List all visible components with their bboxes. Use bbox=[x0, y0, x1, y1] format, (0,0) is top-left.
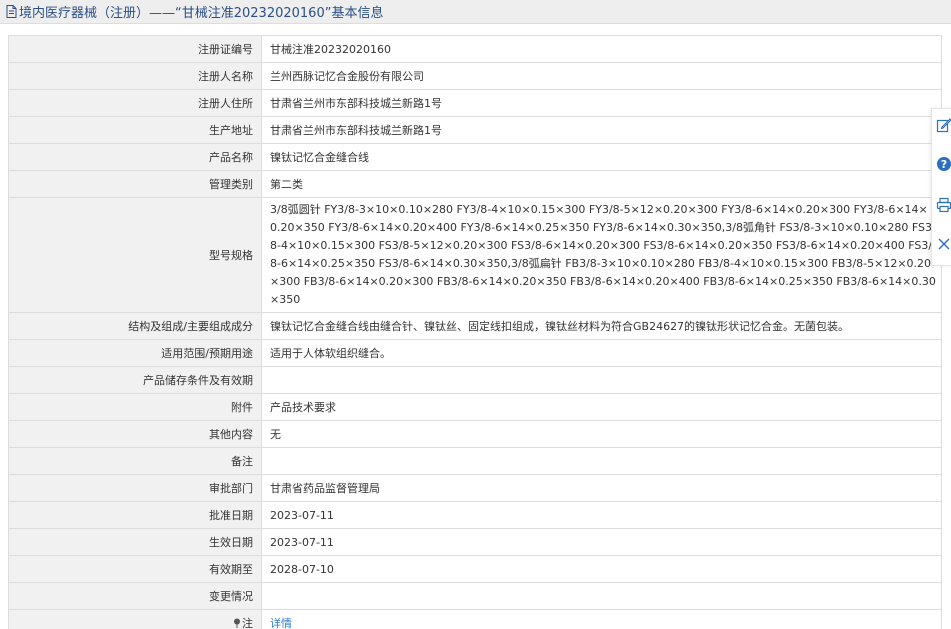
row-value: 3/8弧圆针 FY3/8-3×10×0.10×280 FY3/8-4×10×0.… bbox=[261, 197, 942, 313]
close-icon[interactable] bbox=[936, 236, 951, 252]
row-value: 甘肃省兰州市东部科技城兰新路1号 bbox=[261, 116, 942, 144]
row-label: 注 bbox=[242, 617, 253, 629]
pin-icon bbox=[233, 618, 241, 628]
row-label: 管理类别 bbox=[8, 170, 262, 198]
row-value: 兰州西脉记忆合金股份有限公司 bbox=[261, 62, 942, 90]
row-value: 2023-07-11 bbox=[261, 528, 942, 556]
row-value: 无 bbox=[261, 420, 942, 448]
table-row: 型号规格 3/8弧圆针 FY3/8-3×10×0.10×280 FY3/8-4×… bbox=[8, 197, 942, 313]
row-label: 结构及组成/主要组成成分 bbox=[8, 312, 262, 340]
row-value: 产品技术要求 bbox=[261, 393, 942, 421]
note-label-cell: 注 bbox=[8, 609, 262, 629]
row-value: 第二类 bbox=[261, 170, 942, 198]
table-row: 变更情况 bbox=[8, 582, 942, 610]
row-label: 注册人住所 bbox=[8, 89, 262, 117]
row-value: 甘肃省药品监督管理局 bbox=[261, 474, 942, 502]
table-row: 注 详情 bbox=[8, 609, 942, 629]
edit-icon[interactable] bbox=[936, 117, 951, 133]
table-row: 其他内容 无 bbox=[8, 420, 942, 448]
page-title: 境内医疗器械（注册）——“甘械注准20232020160”基本信息 bbox=[19, 6, 384, 21]
help-icon[interactable]: ? bbox=[936, 156, 951, 172]
table-row: 批准日期 2023-07-11 bbox=[8, 501, 942, 529]
row-value: 镍钛记忆合金缝合线 bbox=[261, 143, 942, 171]
page-header: 境内医疗器械（注册）——“甘械注准20232020160”基本信息 bbox=[0, 0, 951, 24]
details-link[interactable]: 详情 bbox=[270, 617, 292, 629]
row-value: 2023-07-11 bbox=[261, 501, 942, 529]
row-value: 甘械注准20232020160 bbox=[261, 35, 942, 63]
registration-info-table: 注册证编号 甘械注准20232020160 注册人名称 兰州西脉记忆合金股份有限… bbox=[8, 35, 942, 629]
table-row: 结构及组成/主要组成成分 镍钛记忆合金缝合线由缝合针、镍钛丝、固定线扣组成，镍钛… bbox=[8, 312, 942, 340]
row-value bbox=[261, 582, 942, 610]
table-row: 注册人住所 甘肃省兰州市东部科技城兰新路1号 bbox=[8, 89, 942, 117]
row-value bbox=[261, 366, 942, 394]
row-value: 2028-07-10 bbox=[261, 555, 942, 583]
row-label: 备注 bbox=[8, 447, 262, 475]
row-label: 其他内容 bbox=[8, 420, 262, 448]
document-icon bbox=[6, 5, 17, 18]
table-row: 产品名称 镍钛记忆合金缝合线 bbox=[8, 143, 942, 171]
side-toolbar: ? bbox=[931, 108, 951, 266]
row-label: 审批部门 bbox=[8, 474, 262, 502]
print-icon[interactable] bbox=[936, 197, 951, 213]
table-row: 管理类别 第二类 bbox=[8, 170, 942, 198]
row-value bbox=[261, 447, 942, 475]
svg-text:?: ? bbox=[941, 158, 947, 171]
table-row: 审批部门 甘肃省药品监督管理局 bbox=[8, 474, 942, 502]
row-value: 详情 bbox=[261, 609, 942, 629]
table-row: 生产地址 甘肃省兰州市东部科技城兰新路1号 bbox=[8, 116, 942, 144]
row-value: 适用于人体软组织缝合。 bbox=[261, 339, 942, 367]
row-label: 变更情况 bbox=[8, 582, 262, 610]
row-label: 产品名称 bbox=[8, 143, 262, 171]
table-row: 适用范围/预期用途 适用于人体软组织缝合。 bbox=[8, 339, 942, 367]
row-label: 注册证编号 bbox=[8, 35, 262, 63]
table-row: 有效期至 2028-07-10 bbox=[8, 555, 942, 583]
row-value: 甘肃省兰州市东部科技城兰新路1号 bbox=[261, 89, 942, 117]
row-label: 生产地址 bbox=[8, 116, 262, 144]
row-label: 适用范围/预期用途 bbox=[8, 339, 262, 367]
row-label: 生效日期 bbox=[8, 528, 262, 556]
row-label: 有效期至 bbox=[8, 555, 262, 583]
table-row: 生效日期 2023-07-11 bbox=[8, 528, 942, 556]
table-row: 备注 bbox=[8, 447, 942, 475]
table-row: 附件 产品技术要求 bbox=[8, 393, 942, 421]
table-row: 产品储存条件及有效期 bbox=[8, 366, 942, 394]
row-value: 镍钛记忆合金缝合线由缝合针、镍钛丝、固定线扣组成，镍钛丝材料为符合GB24627… bbox=[261, 312, 942, 340]
row-label: 注册人名称 bbox=[8, 62, 262, 90]
table-row: 注册证编号 甘械注准20232020160 bbox=[8, 35, 942, 63]
row-label: 附件 bbox=[8, 393, 262, 421]
row-label: 批准日期 bbox=[8, 501, 262, 529]
row-label: 产品储存条件及有效期 bbox=[8, 366, 262, 394]
row-label: 型号规格 bbox=[8, 197, 262, 313]
table-row: 注册人名称 兰州西脉记忆合金股份有限公司 bbox=[8, 62, 942, 90]
